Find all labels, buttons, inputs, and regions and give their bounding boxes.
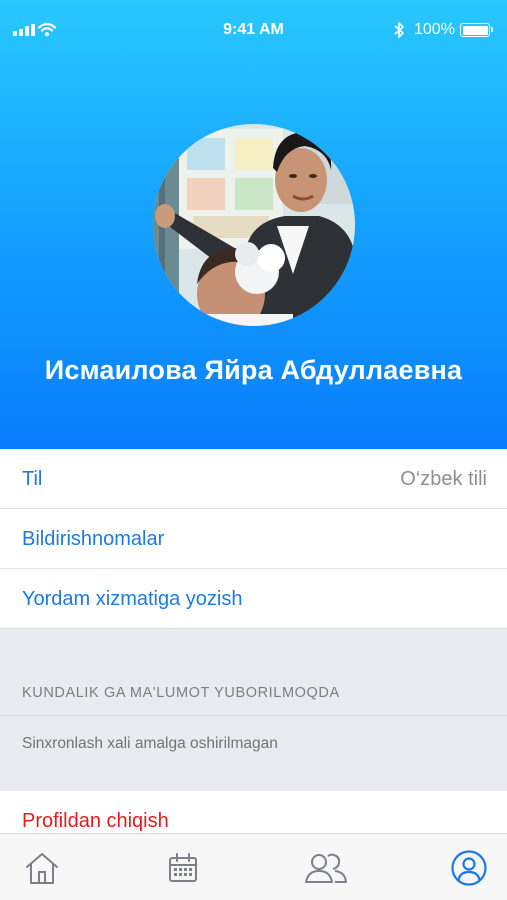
section-divider [0, 715, 507, 716]
tab-home[interactable] [22, 848, 62, 888]
tab-profile[interactable] [449, 848, 489, 888]
calendar-icon [169, 853, 197, 882]
language-value: O‘zbek tili [400, 468, 487, 490]
language-label: Til [22, 468, 43, 490]
avatar[interactable] [153, 124, 355, 326]
tab-bar [0, 833, 507, 900]
notifications-row[interactable]: Bildirishnomalar [0, 509, 507, 569]
notifications-label: Bildirishnomalar [22, 528, 165, 550]
support-row[interactable]: Yordam xizmatiga yozish [0, 569, 507, 629]
battery-icon [460, 23, 493, 37]
profile-icon [451, 850, 487, 886]
tab-users[interactable] [304, 848, 348, 888]
users-icon [305, 853, 347, 883]
battery-percent: 100% [414, 21, 455, 38]
sync-section-header: KUNDALIK GA MA'LUMOT YUBORILMOQDA [22, 685, 340, 701]
logout-row[interactable]: Profildan chiqish [0, 791, 507, 836]
home-icon [26, 853, 58, 884]
user-name: Исмаилова Яйра Абдуллаевна [44, 355, 463, 385]
tab-calendar[interactable] [163, 848, 203, 888]
profile-header: 9:41 AM 100% Исмаилова Яйра Абдуллаевна [0, 0, 507, 449]
settings-list: Til O‘zbek tili Bildirishnomalar Yordam … [0, 449, 507, 629]
logout-button[interactable]: Profildan chiqish [22, 810, 169, 833]
bluetooth-icon [394, 22, 404, 38]
sync-section: KUNDALIK GA MA'LUMOT YUBORILMOQDA Sinxro… [0, 628, 507, 791]
status-bar: 9:41 AM 100% [0, 0, 507, 60]
language-row[interactable]: Til O‘zbek tili [0, 449, 507, 509]
avatar-photo [153, 124, 355, 326]
sync-status-note: Sinxronlash xali amalga oshirilmagan [22, 735, 278, 752]
support-label: Yordam xizmatiga yozish [22, 588, 243, 610]
